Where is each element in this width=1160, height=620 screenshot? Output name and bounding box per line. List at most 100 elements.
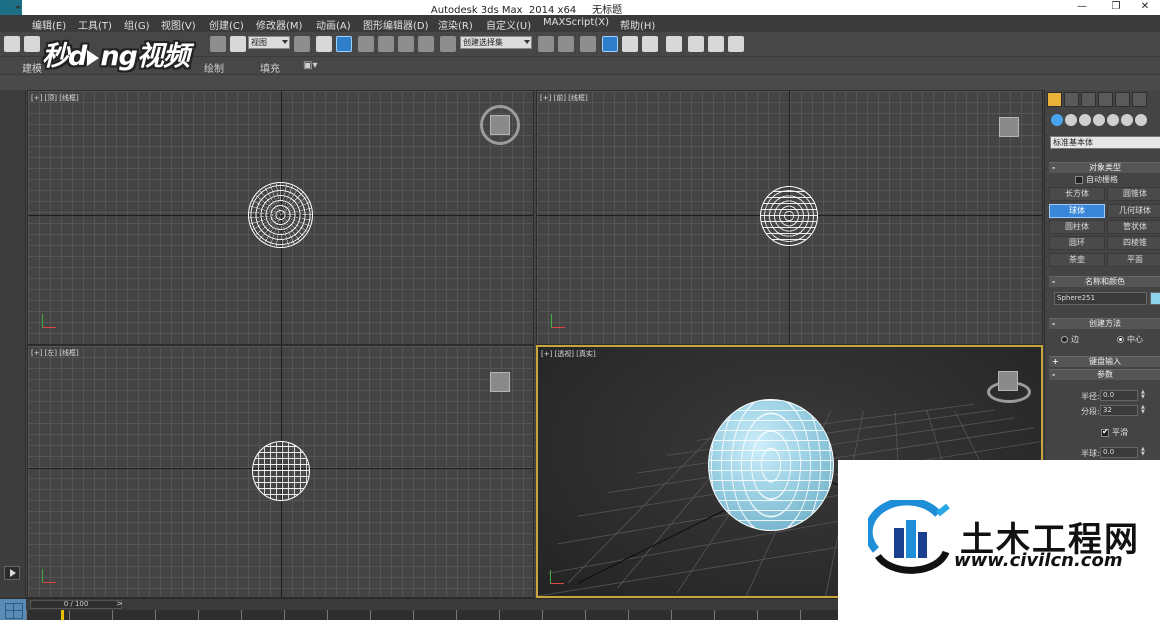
angle-snap-icon[interactable]	[378, 36, 394, 52]
material-editor-icon[interactable]	[666, 36, 682, 52]
snaps-toggle-icon[interactable]	[358, 36, 374, 52]
box-button[interactable]: 长方体	[1049, 187, 1105, 201]
close-button[interactable]: ✕	[1127, 0, 1160, 14]
autogrid-option[interactable]: 自动栅格	[1075, 174, 1118, 185]
mirror-icon[interactable]	[538, 36, 554, 52]
rollout-creation-method[interactable]: - 创建方法	[1049, 318, 1160, 329]
tube-button[interactable]: 管状体	[1107, 220, 1160, 234]
menu-customize[interactable]: 自定义(U)	[486, 17, 531, 32]
radius-input[interactable]: 0.0	[1100, 390, 1138, 401]
viewport-label[interactable]: [+] [顶] [线框]	[31, 93, 79, 103]
segments-spinner-icon[interactable]: ▲ ▼	[1141, 405, 1148, 416]
torus-button[interactable]: 圆环	[1049, 236, 1105, 250]
display-tab-icon[interactable]	[1115, 92, 1130, 107]
menu-help[interactable]: 帮助(H)	[620, 17, 655, 32]
unlink-icon[interactable]	[24, 36, 40, 52]
select-and-manipulate-icon[interactable]	[316, 36, 332, 52]
menu-maxscript[interactable]: MAXScript(X)	[543, 17, 609, 28]
time-next-button[interactable]: >	[116, 599, 123, 608]
rendered-frame-window-icon[interactable]	[708, 36, 724, 52]
object-name-field[interactable]: Sphere251	[1054, 292, 1147, 305]
schematic-view-icon[interactable]	[642, 36, 658, 52]
helpers-icon[interactable]	[1107, 114, 1119, 126]
viewport-layout-icon[interactable]	[0, 599, 26, 620]
align-icon[interactable]	[558, 36, 574, 52]
viewport-label[interactable]: [+] [左] [线框]	[31, 348, 79, 358]
primitive-category-select[interactable]: 标准基本体	[1050, 136, 1160, 149]
sphere-wireframe[interactable]	[248, 182, 313, 248]
sphere-wireframe[interactable]	[760, 186, 818, 246]
render-setup-icon[interactable]	[688, 36, 704, 52]
viewcube[interactable]	[999, 117, 1019, 137]
time-marker[interactable]	[61, 610, 64, 620]
rollout-keyboard-entry[interactable]: + 键盘输入	[1049, 356, 1160, 367]
keyboard-shortcut-override-icon[interactable]	[336, 36, 352, 52]
cone-button[interactable]: 圆锥体	[1107, 187, 1160, 201]
create-tab-icon[interactable]	[1047, 92, 1062, 107]
sphere-button[interactable]: 球体	[1049, 204, 1105, 218]
graphite-toolbar-icon[interactable]	[602, 36, 618, 52]
tab-paint[interactable]: 绘制	[204, 60, 224, 75]
autogrid-checkbox[interactable]	[1075, 175, 1083, 184]
modify-tab-icon[interactable]	[1064, 92, 1079, 107]
sphere-wireframe[interactable]	[252, 441, 310, 501]
viewport-label[interactable]: [+] [透视] [真实]	[541, 349, 596, 359]
hemisphere-spinner-icon[interactable]: ▲ ▼	[1141, 447, 1148, 458]
link-icon[interactable]	[4, 36, 20, 52]
rollout-name-and-color[interactable]: - 名称和颜色	[1049, 276, 1160, 287]
hemisphere-input[interactable]: 0.0	[1100, 447, 1138, 458]
object-color-swatch[interactable]	[1150, 292, 1160, 305]
scale-icon[interactable]	[230, 36, 246, 52]
spinner-snap-icon[interactable]	[418, 36, 434, 52]
percent-snap-icon[interactable]	[398, 36, 414, 52]
sphere-shaded[interactable]	[708, 399, 834, 531]
menu-rendering[interactable]: 渲染(R)	[438, 17, 473, 32]
rollout-object-type[interactable]: - 对象类型	[1049, 162, 1160, 173]
menu-modifiers[interactable]: 修改器(M)	[256, 17, 302, 32]
radius-spinner-icon[interactable]: ▲ ▼	[1141, 390, 1148, 401]
viewport-top[interactable]: [+] [顶] [线框]	[27, 90, 534, 345]
menu-edit[interactable]: 编辑(E)	[32, 17, 66, 32]
named-selection-set-select[interactable]: 创建选择集	[460, 36, 532, 49]
space-warps-icon[interactable]	[1121, 114, 1133, 126]
viewcube[interactable]	[490, 372, 510, 392]
center-radio[interactable]	[1117, 336, 1124, 343]
viewcube[interactable]	[490, 115, 510, 135]
geosphere-button[interactable]: 几何球体	[1107, 204, 1160, 218]
menu-tools[interactable]: 工具(T)	[78, 17, 112, 32]
segments-input[interactable]: 32	[1100, 405, 1138, 416]
menu-group[interactable]: 组(G)	[124, 17, 150, 32]
creation-method-center[interactable]: 中心	[1117, 334, 1143, 345]
teapot-button[interactable]: 茶壶	[1049, 253, 1105, 267]
shapes-icon[interactable]	[1065, 114, 1077, 126]
menu-graph-editors[interactable]: 图形编辑器(D)	[363, 17, 429, 32]
ribbon-options-icon[interactable]: ▣▾	[303, 60, 317, 71]
cameras-icon[interactable]	[1093, 114, 1105, 126]
time-slider[interactable]: 0 / 100	[30, 600, 122, 609]
rollout-parameters[interactable]: - 参数	[1049, 369, 1160, 380]
expand-panel-icon[interactable]	[4, 566, 20, 580]
menu-animation[interactable]: 动画(A)	[316, 17, 351, 32]
creation-method-edge[interactable]: 边	[1061, 334, 1079, 345]
viewport-left[interactable]: [+] [左] [线框]	[27, 345, 534, 598]
tab-populate[interactable]: 填充	[260, 60, 280, 75]
minimize-button[interactable]: —	[1064, 0, 1100, 14]
hierarchy-tab-icon[interactable]	[1081, 92, 1096, 107]
viewport-front[interactable]: [+] [前] [线框]	[536, 90, 1043, 345]
reference-coordinate-select[interactable]: 视图	[248, 36, 290, 49]
render-production-icon[interactable]	[728, 36, 744, 52]
menu-views[interactable]: 视图(V)	[161, 17, 196, 32]
cylinder-button[interactable]: 圆柱体	[1049, 220, 1105, 234]
rotate-icon[interactable]	[210, 36, 226, 52]
pivot-center-icon[interactable]	[294, 36, 310, 52]
plane-button[interactable]: 平面	[1107, 253, 1160, 267]
pyramid-button[interactable]: 四棱锥	[1107, 236, 1160, 250]
tab-modeling[interactable]: 建模	[22, 60, 42, 75]
viewport-label[interactable]: [+] [前] [线框]	[540, 93, 588, 103]
menu-create[interactable]: 创建(C)	[209, 17, 244, 32]
lights-icon[interactable]	[1079, 114, 1091, 126]
edge-radio[interactable]	[1061, 336, 1068, 343]
utilities-tab-icon[interactable]	[1132, 92, 1147, 107]
edit-named-selection-icon[interactable]	[440, 36, 456, 52]
track-bar[interactable]	[26, 610, 838, 620]
